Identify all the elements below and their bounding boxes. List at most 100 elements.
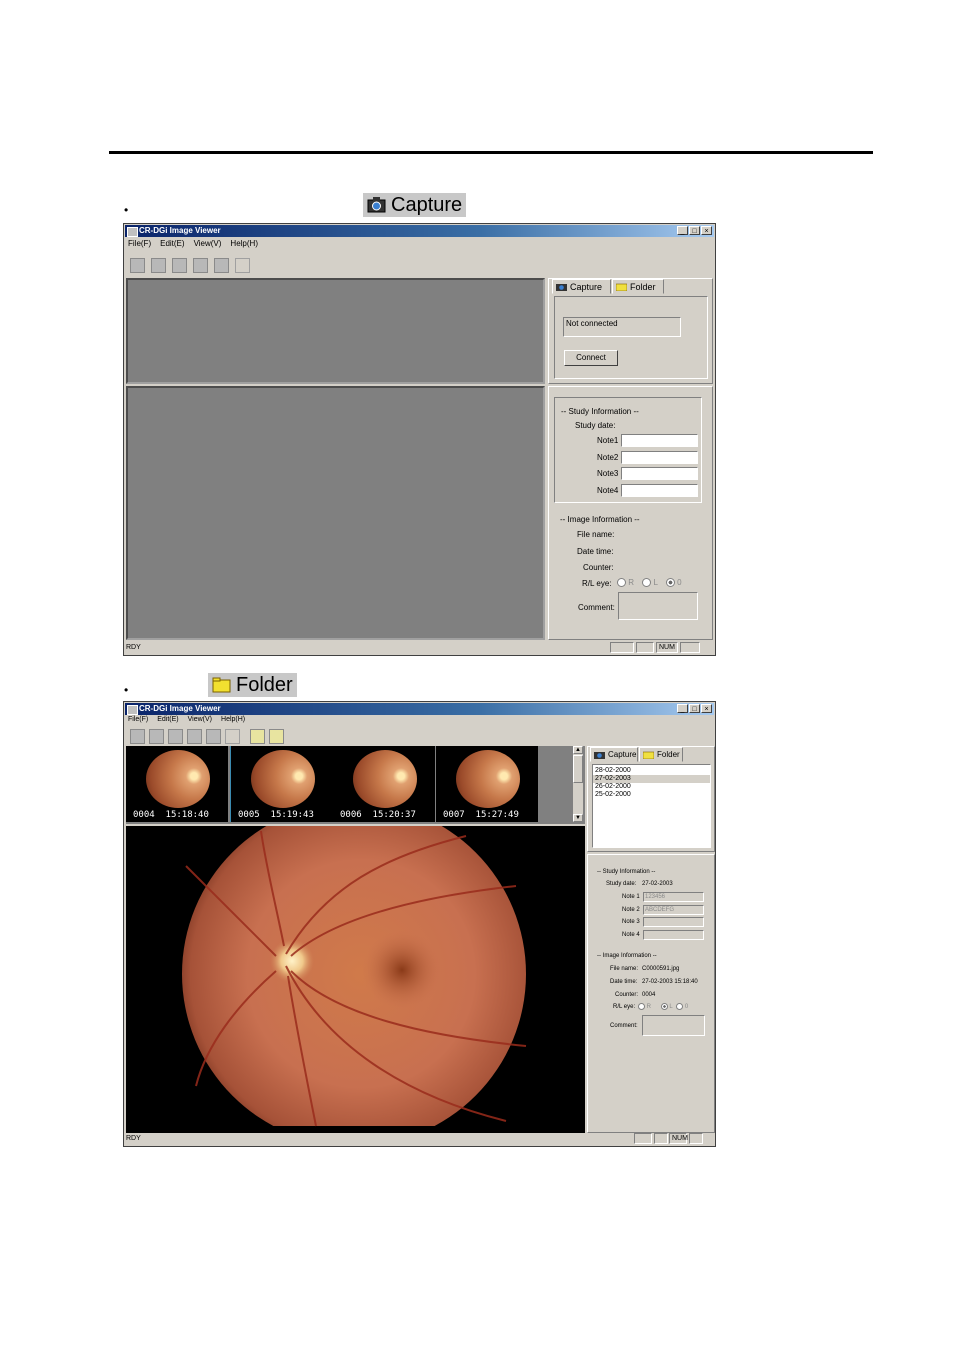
date-time-label: Date time: — [610, 979, 638, 985]
tab-folder[interactable]: Folder — [639, 747, 683, 762]
scroll-up-icon[interactable]: ▲ — [573, 746, 583, 754]
eye-radio-0[interactable] — [676, 1003, 684, 1010]
header-rule — [109, 151, 873, 154]
fundus-image — [126, 826, 585, 1133]
maximize-button[interactable]: □ — [689, 704, 700, 713]
settings-icon[interactable] — [206, 729, 221, 744]
thumbnail[interactable]: 0006 15:20:37 — [333, 746, 435, 822]
note3-label: Note 3 — [622, 919, 640, 925]
note4-label: Note 4 — [622, 932, 640, 938]
note1-input[interactable]: 123456 — [643, 892, 704, 902]
study-date-label: Study date: — [606, 881, 637, 887]
tab-capture[interactable]: Capture — [552, 279, 611, 294]
list-item[interactable]: 26-02-2000 — [593, 783, 710, 791]
study-header: -- Study Information -- — [561, 407, 639, 416]
note1-input[interactable] — [621, 434, 698, 447]
thumbnail[interactable]: 0004 15:18:40 — [126, 746, 228, 822]
eye-radio-l[interactable] — [642, 578, 652, 588]
image-pane — [126, 386, 545, 640]
tab-folder[interactable]: Folder — [612, 279, 664, 294]
save-icon[interactable] — [130, 729, 145, 744]
menu-bar: File(F) Edit(E) View(V) Help(H) — [128, 239, 258, 248]
status-cell-4 — [680, 642, 700, 653]
study-date-value: 27-02-2003 — [642, 881, 673, 887]
menu-view[interactable]: View(V) — [188, 716, 212, 723]
link-icon[interactable] — [235, 258, 250, 273]
app-icon — [127, 227, 138, 237]
eye-radio-r[interactable] — [638, 1003, 645, 1010]
list-item[interactable]: 25-02-2000 — [593, 791, 710, 799]
multi-view-icon[interactable] — [269, 729, 284, 744]
toolbar — [130, 258, 250, 273]
title-bar: CR-DGi Image Viewer _ □ × — [125, 703, 714, 715]
menu-view[interactable]: View(V) — [194, 239, 222, 248]
connect-button[interactable]: Connect — [564, 350, 618, 366]
list-item[interactable]: 27-02-2003 — [593, 775, 710, 783]
delete-icon[interactable] — [187, 729, 202, 744]
file-name-value: C0000591.jpg — [642, 966, 680, 972]
edit-icon[interactable] — [151, 258, 166, 273]
note2-label: Note2 — [597, 453, 619, 462]
menu-edit[interactable]: Edit(E) — [157, 716, 178, 723]
settings-icon[interactable] — [214, 258, 229, 273]
note3-input[interactable] — [621, 467, 698, 480]
menu-help[interactable]: Help(H) — [221, 716, 245, 723]
thumbnail[interactable]: 0005 15:19:43 — [230, 746, 333, 822]
eye-radio-0[interactable] — [665, 578, 675, 588]
print-icon[interactable] — [172, 258, 187, 273]
note4-input[interactable] — [621, 484, 698, 497]
capture-caption: Capture — [363, 193, 467, 217]
thumbnail-scrollbar[interactable]: ▲ ▼ — [573, 746, 583, 822]
menu-edit[interactable]: Edit(E) — [160, 239, 184, 248]
file-name-label: File name: — [610, 966, 639, 972]
date-list[interactable]: 28-02-2000 27-02-2003 26-02-2000 25-02-2… — [592, 764, 711, 848]
image-header: -- Image Information -- — [560, 515, 640, 524]
eye-label: R/L eye: — [582, 579, 612, 588]
study-group: -- Study Information -- Study date: Note… — [554, 397, 702, 503]
thumbnail-time: 15:27:49 — [475, 810, 519, 820]
thumbnail[interactable]: 0007 15:27:49 — [436, 746, 538, 822]
tab-capture-label: Capture — [570, 282, 603, 292]
eye-radio-l[interactable] — [660, 1003, 668, 1010]
app-icon — [127, 705, 138, 715]
eye-l-label: L — [669, 1004, 673, 1011]
status-bar: RDY NUM — [126, 642, 713, 653]
eye-r-label: R — [646, 1004, 652, 1011]
close-button[interactable]: × — [701, 704, 712, 713]
title-bar: CR-DGi Image Viewer _ □ × — [125, 225, 714, 237]
note2-input[interactable]: ABCDEFG — [643, 905, 704, 915]
folder-icon — [616, 283, 627, 291]
link-icon[interactable] — [225, 729, 240, 744]
study-date-label: Study date: — [575, 421, 616, 430]
note2-input[interactable] — [621, 451, 698, 464]
minimize-button[interactable]: _ — [677, 704, 688, 713]
close-button[interactable]: × — [701, 226, 712, 235]
note4-input[interactable] — [643, 930, 704, 940]
scroll-down-icon[interactable]: ▼ — [573, 814, 583, 822]
menu-file[interactable]: File(F) — [128, 239, 151, 248]
note3-input[interactable] — [643, 917, 704, 927]
scroll-thumb[interactable] — [573, 755, 583, 783]
comment-label: Comment: — [610, 1023, 638, 1029]
capture-window: CR-DGi Image Viewer _ □ × File(F) Edit(E… — [123, 223, 716, 656]
thumbnail-strip: 0004 15:18:40 0005 15:19:43 0006 15:20:3… — [126, 746, 585, 824]
status-num: NUM — [669, 1133, 688, 1144]
menu-help[interactable]: Help(H) — [230, 239, 258, 248]
minimize-button[interactable]: _ — [677, 226, 688, 235]
menu-bar: File(F) Edit(E) View(V) Help(H) — [128, 716, 245, 723]
save-icon[interactable] — [130, 258, 145, 273]
menu-file[interactable]: File(F) — [128, 716, 148, 723]
delete-icon[interactable] — [193, 258, 208, 273]
maximize-button[interactable]: □ — [689, 226, 700, 235]
list-item[interactable]: 28-02-2000 — [593, 767, 710, 775]
tab-capture[interactable]: Capture — [590, 747, 638, 762]
folder-panel: Capture Folder 28-02-2000 27-02-2003 26-… — [587, 746, 715, 852]
single-view-icon[interactable] — [250, 729, 265, 744]
comment-field[interactable] — [642, 1015, 705, 1036]
comment-field[interactable] — [618, 592, 698, 620]
eye-radio-r[interactable] — [617, 578, 626, 588]
edit-icon[interactable] — [149, 729, 164, 744]
print-icon[interactable] — [168, 729, 183, 744]
tab-folder-label: Folder — [630, 282, 656, 292]
bullet: • — [124, 203, 129, 217]
